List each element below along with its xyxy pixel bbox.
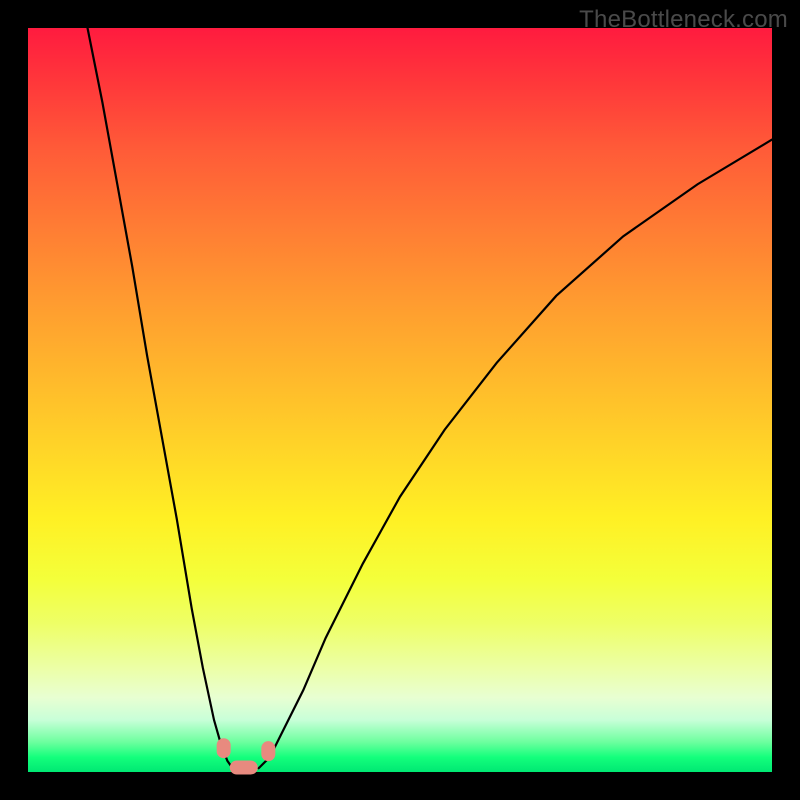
curves-svg xyxy=(28,28,772,772)
watermark-text: TheBottleneck.com xyxy=(579,6,788,34)
chart-frame: TheBottleneck.com xyxy=(0,0,800,800)
markers-group xyxy=(217,738,276,774)
left-entry-marker xyxy=(217,738,231,758)
left-curve xyxy=(88,28,233,768)
right-curve xyxy=(259,140,772,769)
trough-marker xyxy=(230,761,258,775)
plot-area xyxy=(28,28,772,772)
right-entry-marker xyxy=(261,741,275,761)
